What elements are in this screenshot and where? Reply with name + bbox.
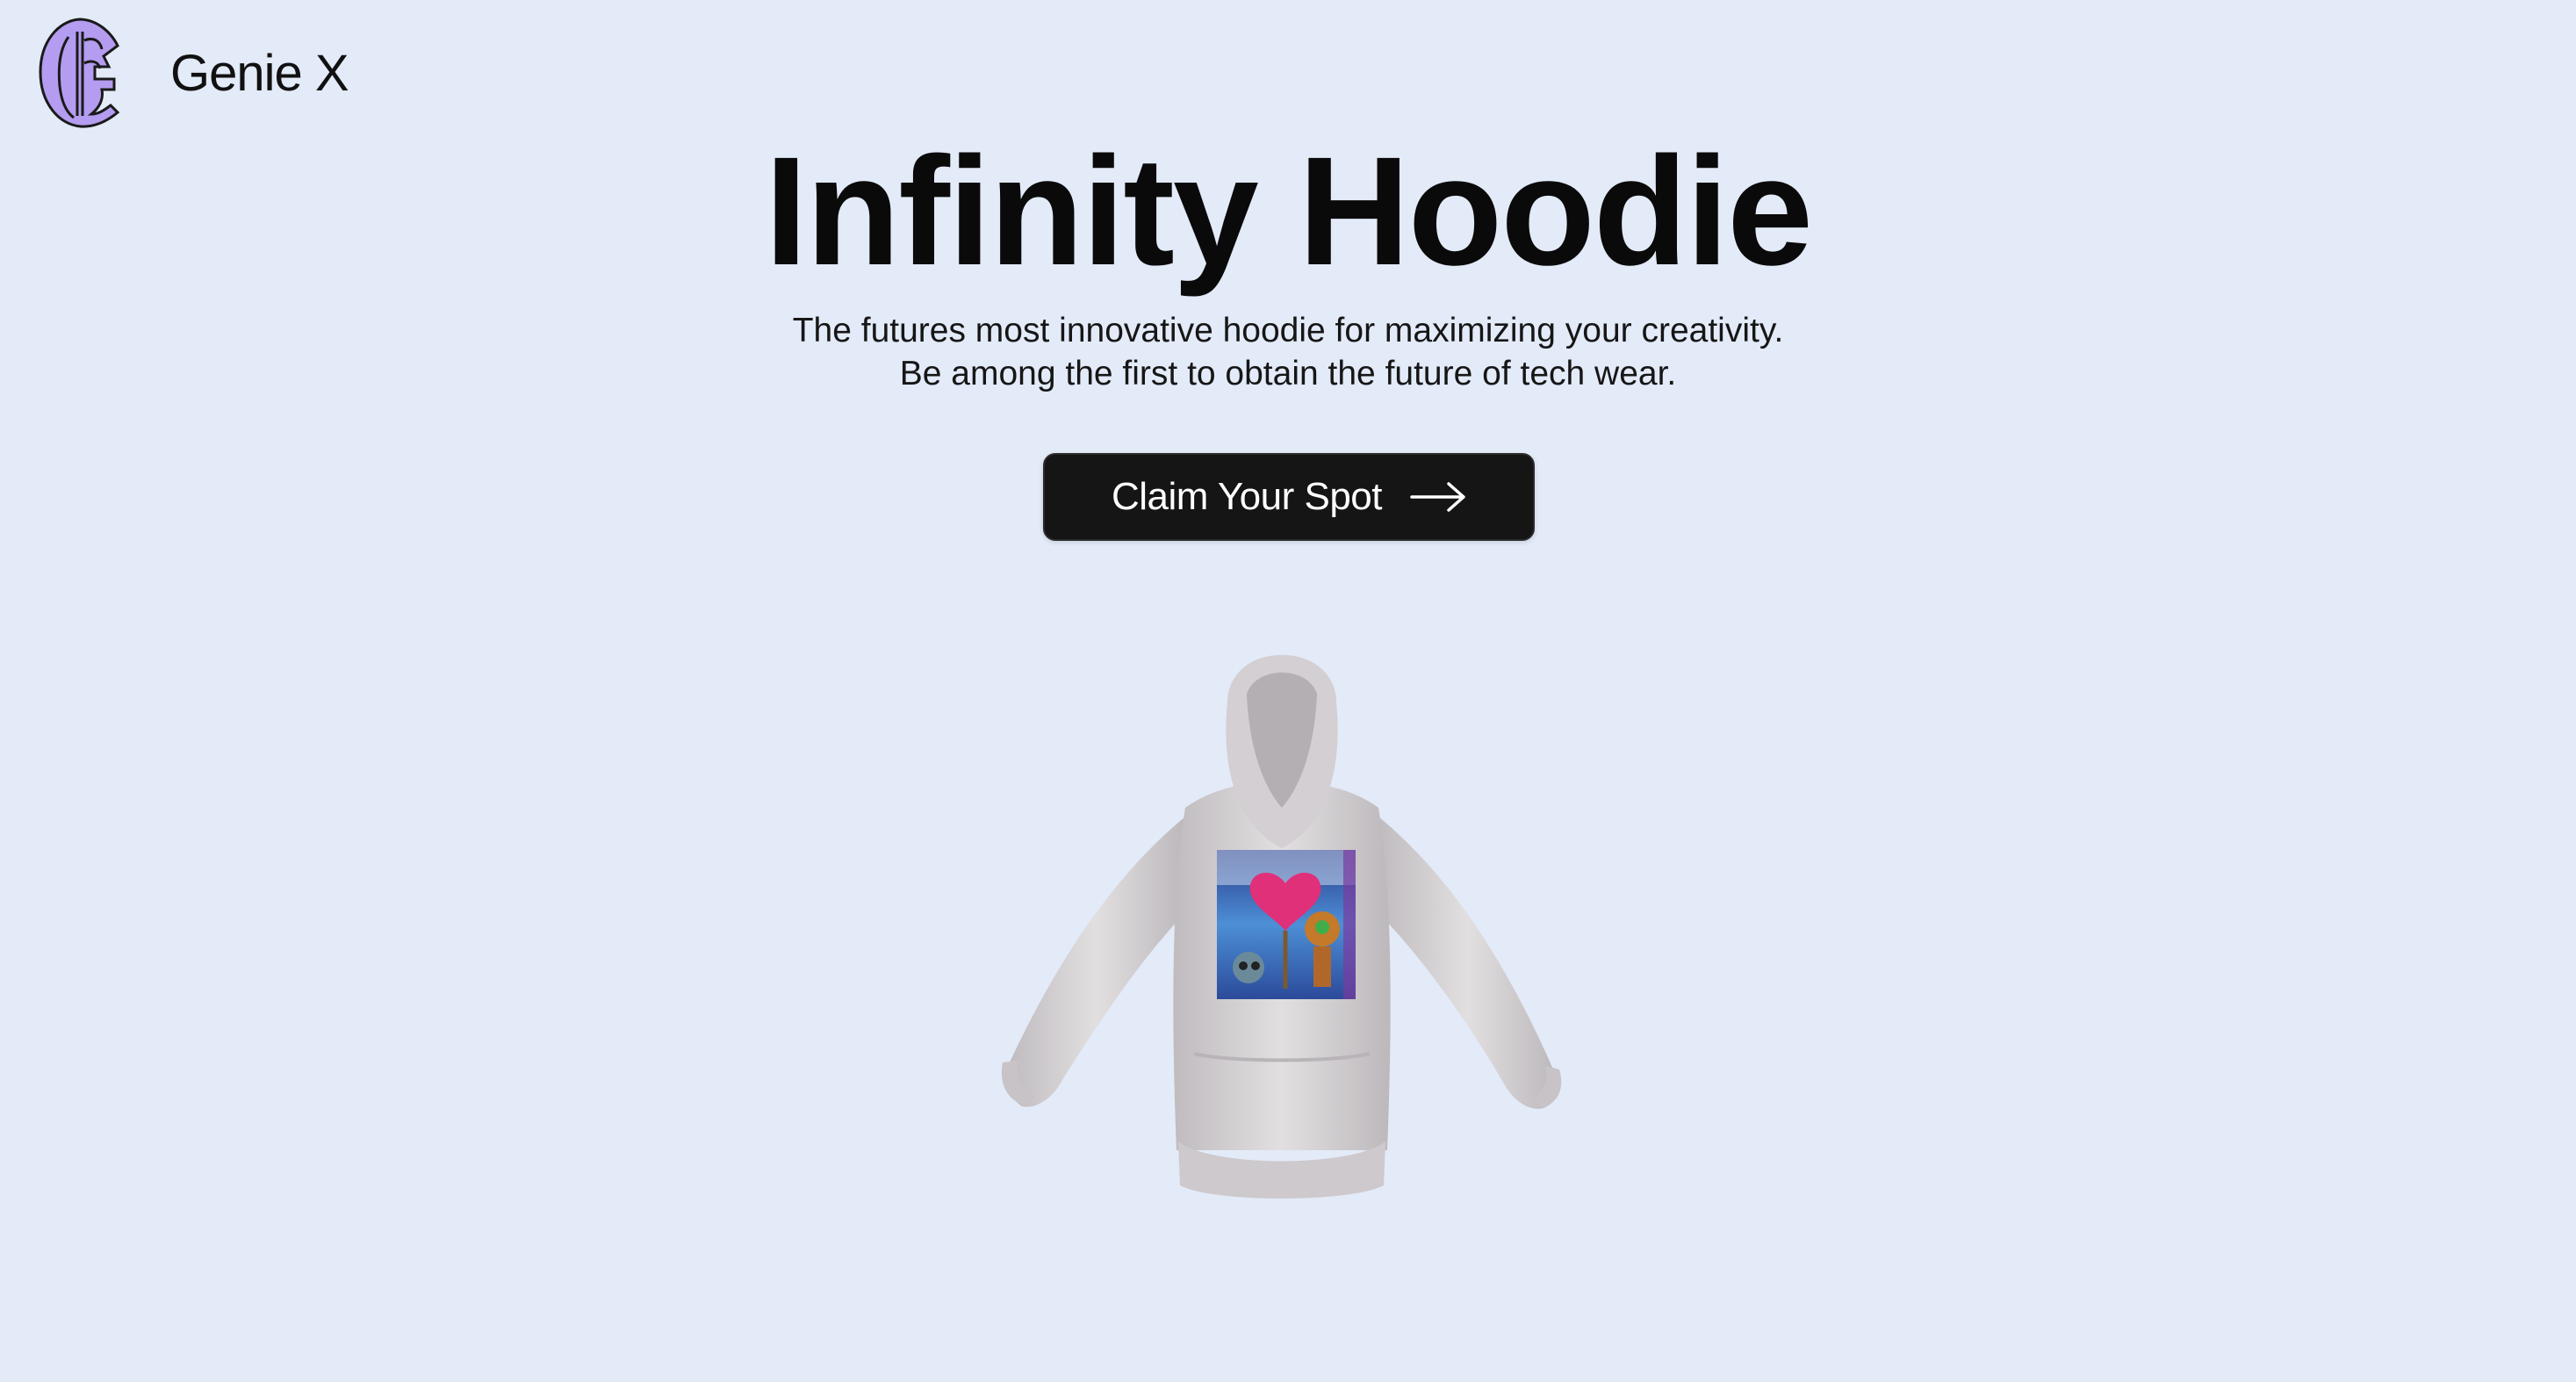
site-header: Genie X (33, 14, 349, 132)
genie-x-logo-icon[interactable] (33, 14, 125, 132)
hero-subtitle: The futures most innovative hoodie for m… (0, 309, 2576, 395)
claim-your-spot-label: Claim Your Spot (1111, 475, 1383, 518)
hoodie-product-image[interactable] (931, 641, 1633, 1220)
hero-subtitle-line-1: The futures most innovative hoodie for m… (792, 312, 1784, 349)
robot-heart-print (1217, 850, 1356, 999)
page-title: Infinity Hoodie (764, 126, 1813, 298)
brand-name[interactable]: Genie X (170, 44, 349, 103)
arrow-right-icon (1410, 482, 1465, 512)
claim-your-spot-button[interactable]: Claim Your Spot (1043, 453, 1535, 541)
hero-subtitle-line-2: Be among the first to obtain the future … (899, 355, 1677, 392)
hoodie-3d-model (1001, 655, 1562, 1198)
